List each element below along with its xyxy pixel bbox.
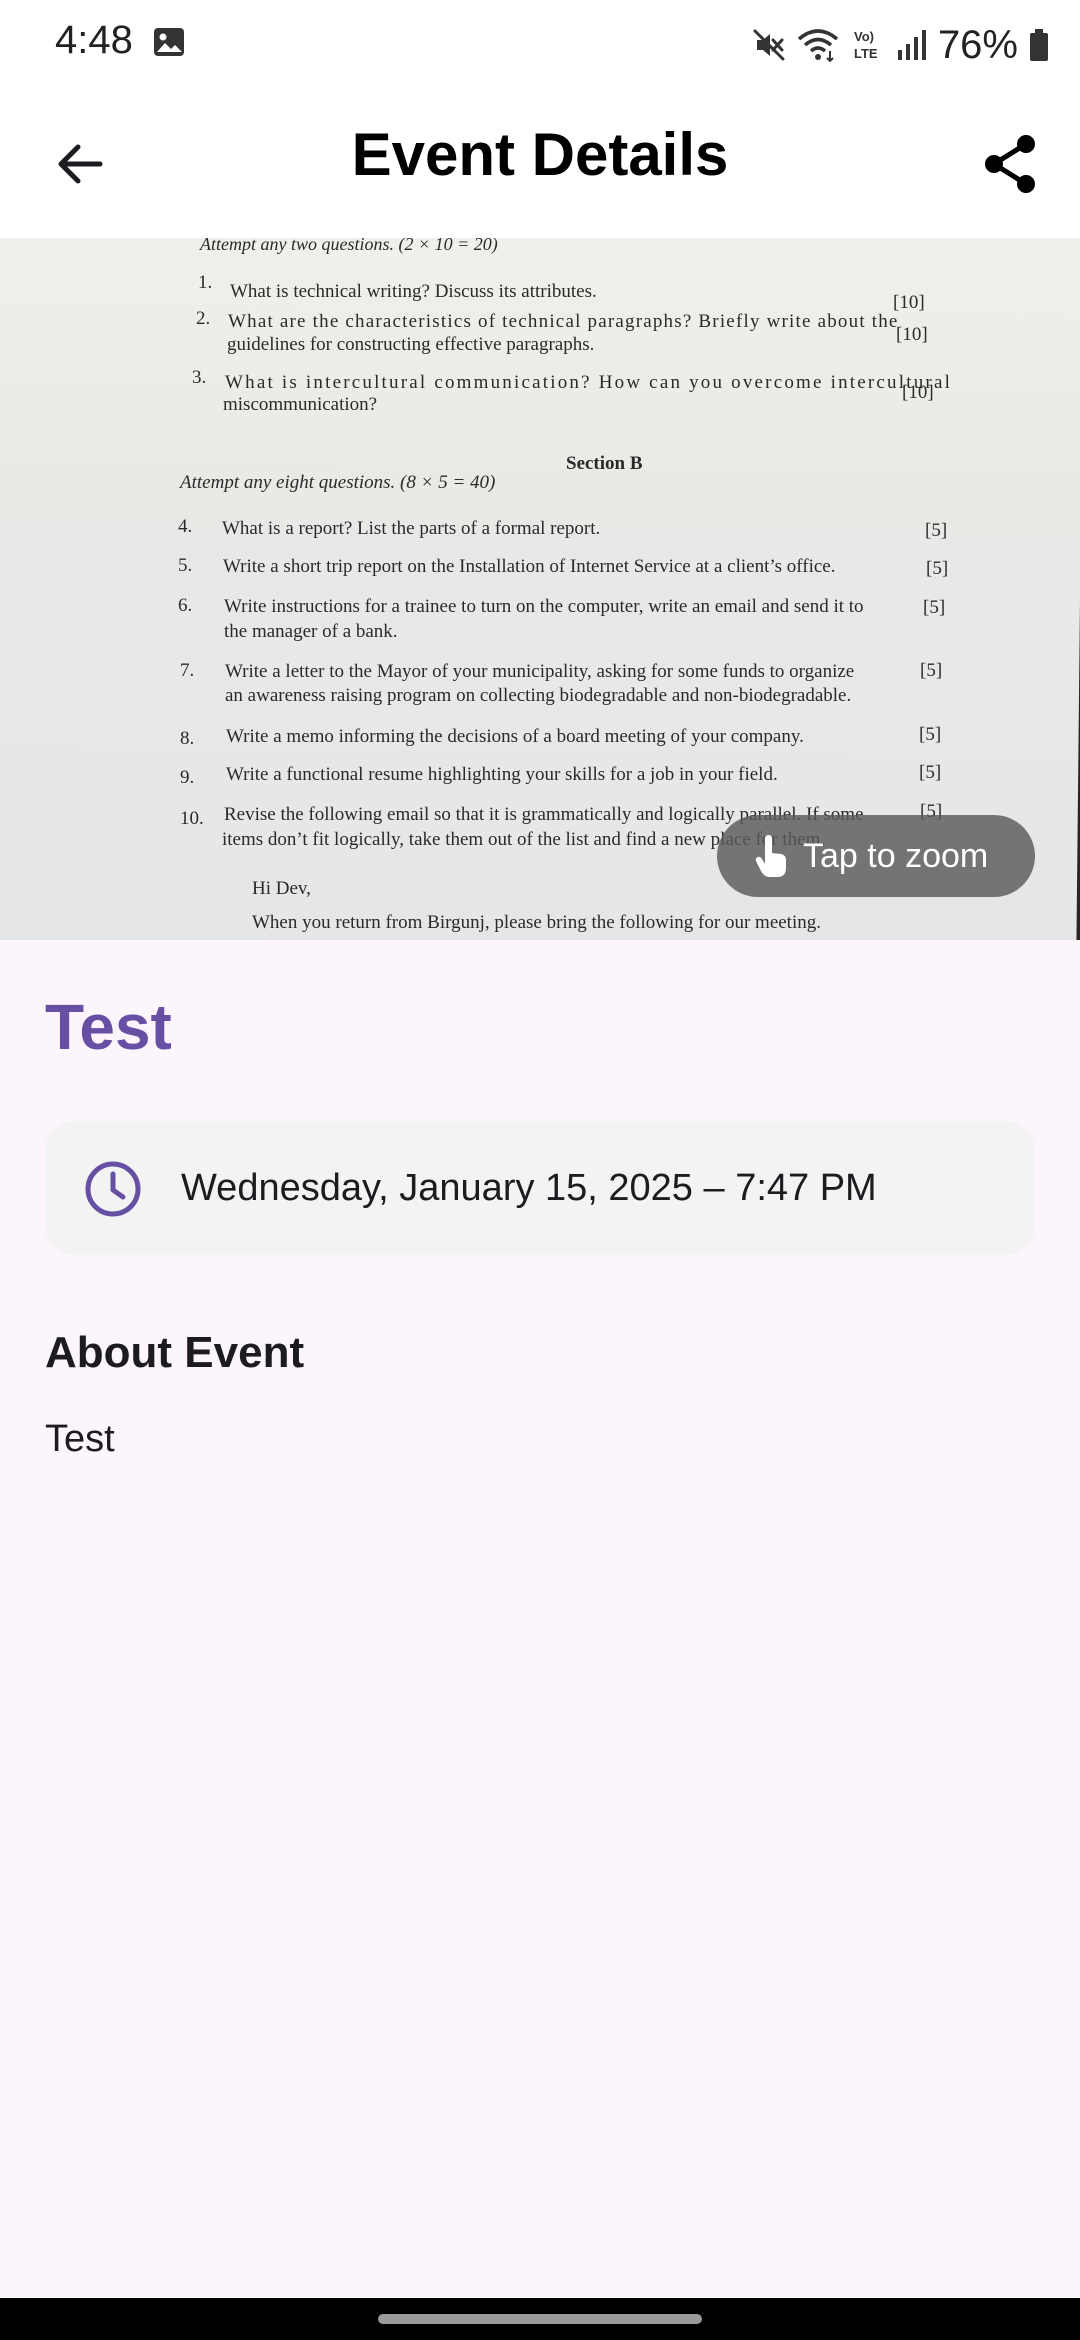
doc-question-mark: [5] xyxy=(923,597,946,618)
share-button[interactable] xyxy=(970,124,1050,204)
battery-percent: 76% xyxy=(937,22,1018,67)
doc-email-greeting: Hi Dev, xyxy=(252,878,311,899)
doc-question-mark: [5] xyxy=(920,660,943,681)
doc-question-number: 4. xyxy=(178,516,193,537)
doc-question-line: What is intercultural communication? How… xyxy=(225,372,953,393)
doc-question-line: What is a report? List the parts of a fo… xyxy=(222,518,601,539)
wifi-icon xyxy=(797,29,839,63)
doc-question-line: the manager of a bank. xyxy=(224,621,398,642)
doc-question-line: Write a letter to the Mayor of your muni… xyxy=(225,661,855,682)
doc-question-number: 6. xyxy=(178,595,193,616)
doc-question-line: miscommunication? xyxy=(223,394,378,415)
svg-text:Vo): Vo) xyxy=(854,29,874,44)
doc-question-mark: [5] xyxy=(919,724,942,745)
doc-question-mark: [5] xyxy=(926,558,949,579)
about-event-heading: About Event xyxy=(45,1328,305,1377)
status-time: 4:48 xyxy=(55,18,133,62)
doc-question-number: 10. xyxy=(180,808,204,829)
doc-question-number: 1. xyxy=(198,272,213,293)
doc-question-number: 2. xyxy=(196,308,211,329)
doc-question-line: What are the characteristics of technica… xyxy=(228,311,899,332)
doc-question-number: 7. xyxy=(180,660,195,681)
doc-question-line: Write a short trip report on the Install… xyxy=(223,556,836,577)
doc-question-line: an awareness raising program on collecti… xyxy=(225,685,852,706)
mute-icon xyxy=(753,29,785,61)
battery-icon xyxy=(1030,29,1048,61)
doc-question-line: guidelines for constructing effective pa… xyxy=(227,334,595,355)
doc-question-number: 5. xyxy=(178,555,193,576)
doc-question-number: 9. xyxy=(180,767,195,788)
tap-hand-icon xyxy=(755,835,786,877)
share-icon xyxy=(985,135,1035,193)
about-event-text: Test xyxy=(45,1418,115,1460)
event-datetime-card: Wednesday, January 15, 2025 – 7:47 PM xyxy=(45,1121,1035,1255)
page-title: Event Details xyxy=(351,121,729,188)
doc-email-line: When you return from Birgunj, please bri… xyxy=(252,912,821,933)
doc-section-title: Section B xyxy=(566,453,643,474)
volte-icon: Vo) LTE xyxy=(854,29,878,61)
clock-icon xyxy=(85,1161,141,1217)
svg-text:LTE: LTE xyxy=(854,46,878,61)
event-title: Test xyxy=(45,991,172,1063)
doc-question-number: 8. xyxy=(180,728,195,749)
signal-icon xyxy=(897,30,926,60)
doc-question-number: 3. xyxy=(192,367,207,388)
doc-question-line: What is technical writing? Discuss its a… xyxy=(230,281,597,302)
app-bar: Event Details xyxy=(0,90,1080,238)
doc-section-instruction: Attempt any eight questions. (8 × 5 = 40… xyxy=(180,472,496,493)
doc-question-mark: [10] xyxy=(902,382,934,403)
home-gesture-handle[interactable] xyxy=(378,2314,702,2324)
doc-question-mark: [10] xyxy=(896,324,928,345)
event-datetime: Wednesday, January 15, 2025 – 7:47 PM xyxy=(181,1167,877,1209)
tap-to-zoom-label: Tap to zoom xyxy=(803,836,989,875)
doc-question-mark: [5] xyxy=(919,762,942,783)
doc-question-line: Write instructions for a trainee to turn… xyxy=(224,596,864,617)
gallery-icon xyxy=(154,28,184,56)
doc-question-line: Write a memo informing the decisions of … xyxy=(226,726,804,747)
doc-question-mark: [5] xyxy=(925,520,948,541)
tap-to-zoom-chip[interactable]: Tap to zoom xyxy=(717,815,1035,897)
event-photo[interactable]: Attempt any two questions. (2 × 10 = 20)… xyxy=(0,238,1080,940)
status-icons: Vo) LTE 76% xyxy=(742,20,1050,70)
system-nav-bar xyxy=(0,2298,1080,2340)
doc-question-line: Write a functional resume highlighting y… xyxy=(226,764,778,785)
status-bar: 4:48 Vo) LTE 76% xyxy=(0,0,1080,90)
doc-top-instruction: Attempt any two questions. (2 × 10 = 20) xyxy=(200,238,498,254)
